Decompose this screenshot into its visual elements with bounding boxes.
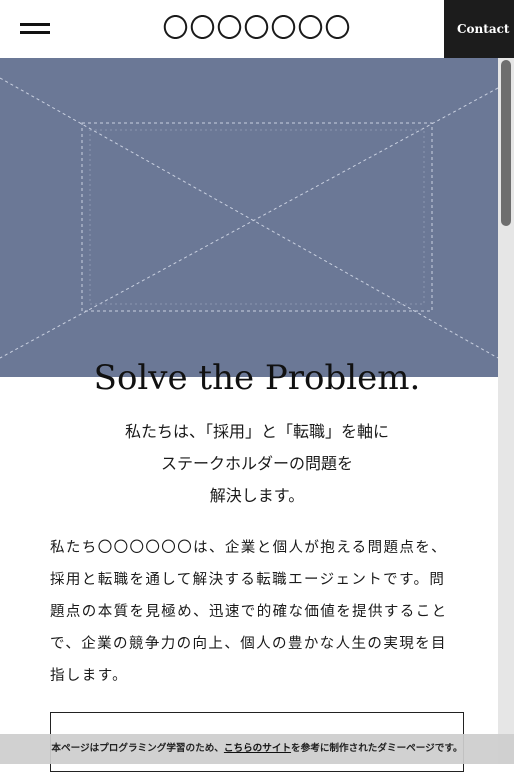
site-header: 〇〇〇〇〇〇〇 Contact <box>0 0 514 58</box>
page-title: Solve the Problem. <box>93 358 421 398</box>
hero-image-placeholder <box>0 58 498 377</box>
lead-line: 解決します。 <box>209 486 305 505</box>
site-logo[interactable]: 〇〇〇〇〇〇〇 <box>0 14 514 44</box>
intro-paragraph: 私たち〇〇〇〇〇〇は、企業と個人が抱える問題点を、採用と転職を通して解決する転職… <box>50 540 448 684</box>
lead-text: 私たちは、「採用」と「転職」を軸に ステークホルダーの問題を 解決します。 <box>0 416 514 512</box>
scrollbar-thumb[interactable] <box>501 60 511 226</box>
dummy-page-notice: 本ページはプログラミング学習のため、こちらのサイトを参考に制作されたダミーページ… <box>0 734 514 764</box>
notice-prefix: 本ページはプログラミング学習のため、 <box>51 743 224 754</box>
lead-line: ステークホルダーの問題を <box>160 454 353 473</box>
contact-button[interactable]: Contact <box>444 0 514 58</box>
reference-site-link[interactable]: こちらのサイト <box>224 743 291 754</box>
placeholder-image-icon <box>0 77 498 359</box>
lead-line: 私たちは、「採用」と「転職」を軸に <box>124 422 389 441</box>
notice-suffix: を参考に制作されたダミーページです。 <box>291 743 463 754</box>
